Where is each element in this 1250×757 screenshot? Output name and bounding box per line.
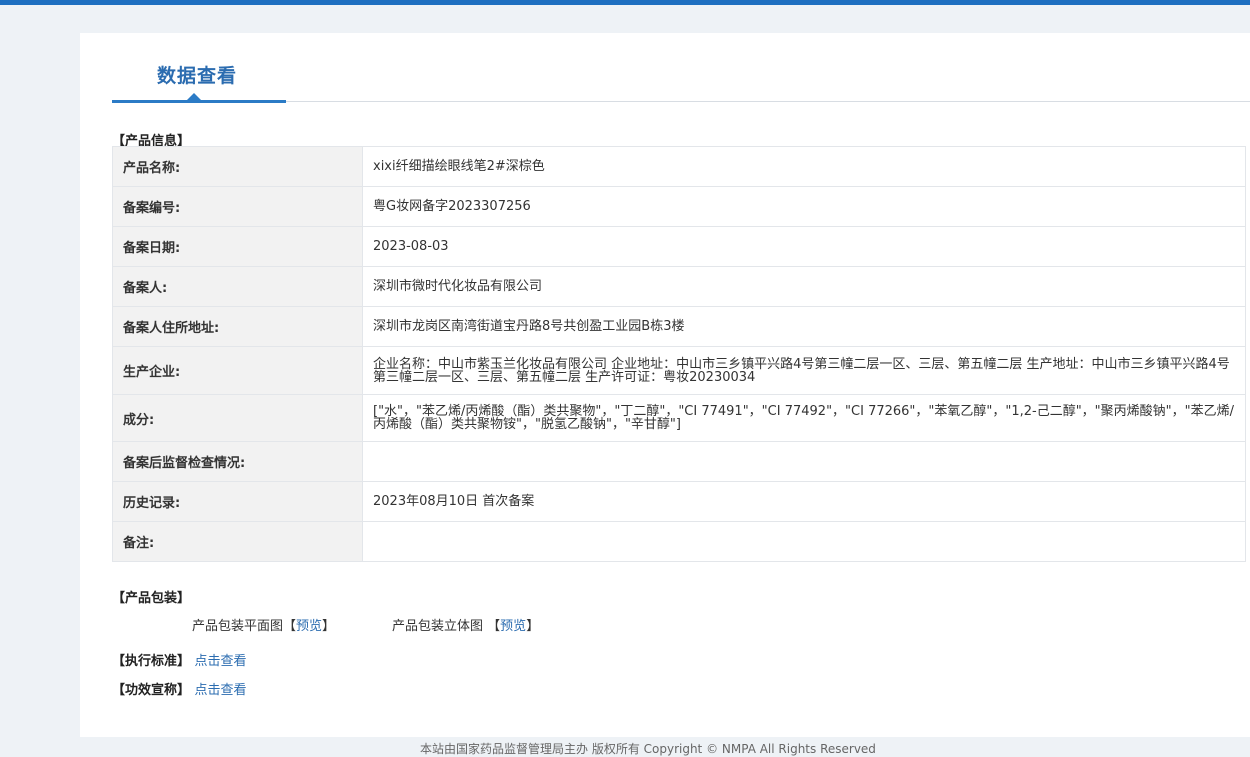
row-label: 备案编号: <box>112 186 363 227</box>
tab-data-view[interactable]: 数据查看 <box>157 61 237 88</box>
section-title-product-package: 【产品包装】 <box>112 591 191 606</box>
preview-solid-link[interactable]: 预览 <box>500 619 526 634</box>
table-row: 备案人住所地址: 深圳市龙岗区南湾街道宝丹路8号共创盈工业园B栋3楼 <box>112 306 1246 347</box>
package-flat-label: 产品包装平面图 <box>192 619 284 634</box>
table-row: 备案后监督检查情况: <box>112 441 1246 482</box>
row-value: xixi纤细描绘眼线笔2#深棕色 <box>362 146 1246 187</box>
top-accent-bar <box>0 0 1250 5</box>
tab-active-indicator <box>112 100 286 103</box>
table-row: 历史记录: 2023年08月10日 首次备案 <box>112 481 1246 522</box>
row-value <box>362 441 1246 482</box>
row-value <box>362 521 1246 562</box>
table-row: 生产企业: 企业名称：中山市紫玉兰化妆品有限公司 企业地址：中山市三乡镇平兴路4号… <box>112 346 1246 395</box>
row-label: 备案人: <box>112 266 363 307</box>
product-info-table: 产品名称: xixi纤细描绘眼线笔2#深棕色 备案编号: 粤G妆网备字20233072… <box>112 146 1246 562</box>
row-label: 备注: <box>112 521 363 562</box>
exec-standard-link[interactable]: 点击查看 <box>195 654 247 669</box>
row-value: 深圳市微时代化妆品有限公司 <box>362 266 1246 307</box>
footer-copyright: 本站由国家药品监督管理局主办 版权所有 Copyright © NMPA All… <box>420 742 876 756</box>
exec-standard-title: 【执行标准】 <box>112 654 191 669</box>
package-solid-row: 产品包装立体图 【预览】 <box>392 615 539 634</box>
tab-arrow-icon <box>187 93 201 100</box>
row-value: 2023年08月10日 首次备案 <box>362 481 1246 522</box>
row-value: 2023-08-03 <box>362 226 1246 267</box>
row-value: 企业名称：中山市紫玉兰化妆品有限公司 企业地址：中山市三乡镇平兴路4号第三幢二层… <box>362 346 1246 395</box>
row-label: 备案日期: <box>112 226 363 267</box>
row-label: 成分: <box>112 394 363 442</box>
row-label: 历史记录: <box>112 481 363 522</box>
row-value: ["水"，"苯乙烯/丙烯酸（酯）类共聚物"，"丁二醇"，"CI 77491"，"… <box>362 394 1246 442</box>
table-row: 备案编号: 粤G妆网备字2023307256 <box>112 186 1246 227</box>
bracket-close: 】 <box>526 619 540 634</box>
preview-flat-link[interactable]: 预览 <box>296 619 322 634</box>
row-label: 生产企业: <box>112 346 363 395</box>
efficacy-claim-link[interactable]: 点击查看 <box>195 683 247 698</box>
bracket-close: 】 <box>322 619 336 634</box>
efficacy-claim-title: 【功效宣称】 <box>112 683 191 698</box>
table-row: 产品名称: xixi纤细描绘眼线笔2#深棕色 <box>112 146 1246 187</box>
tab-bar: 数据查看 <box>112 53 1250 103</box>
row-label: 产品名称: <box>112 146 363 187</box>
table-row: 备注: <box>112 521 1246 562</box>
table-row: 备案人: 深圳市微时代化妆品有限公司 <box>112 266 1246 307</box>
package-solid-label: 产品包装立体图 <box>392 619 484 634</box>
bracket-open: 【 <box>487 619 501 634</box>
exec-standard-row: 【执行标准】 点击查看 <box>112 650 247 669</box>
row-label: 备案后监督检查情况: <box>112 441 363 482</box>
content-panel: 数据查看 【产品信息】 产品名称: xixi纤细描绘眼线笔2#深棕色 备案编号: 粤G… <box>80 33 1250 737</box>
table-row: 备案日期: 2023-08-03 <box>112 226 1246 267</box>
package-flat-row: 产品包装平面图【预览】 <box>192 615 335 634</box>
efficacy-claim-row: 【功效宣称】 点击查看 <box>112 679 247 698</box>
row-value: 深圳市龙岗区南湾街道宝丹路8号共创盈工业园B栋3楼 <box>362 306 1246 347</box>
row-label: 备案人住所地址: <box>112 306 363 347</box>
bracket-open: 【 <box>283 619 297 634</box>
table-row: 成分: ["水"，"苯乙烯/丙烯酸（酯）类共聚物"，"丁二醇"，"CI 77491… <box>112 394 1246 442</box>
row-value: 粤G妆网备字2023307256 <box>362 186 1246 227</box>
